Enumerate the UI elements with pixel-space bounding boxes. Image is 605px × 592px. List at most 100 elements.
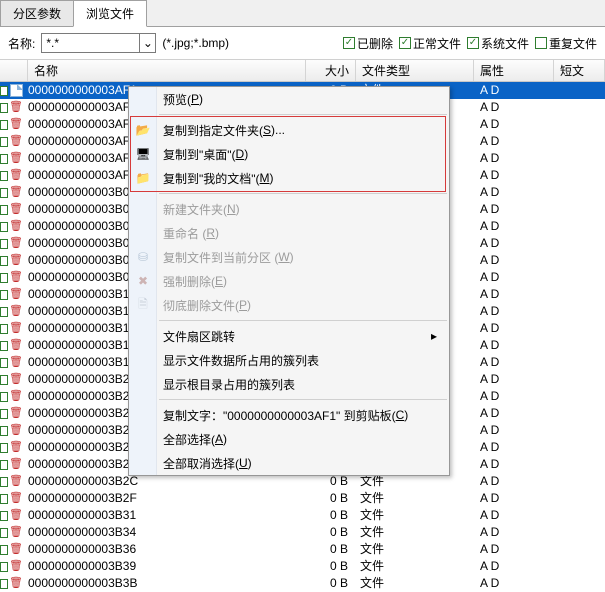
row-checkbox[interactable] bbox=[0, 205, 8, 215]
desktop-icon: 🖥 bbox=[135, 146, 151, 162]
trash-icon: 🗑 bbox=[9, 133, 23, 150]
row-checkbox[interactable] bbox=[0, 443, 8, 453]
row-checkbox[interactable] bbox=[0, 358, 8, 368]
menu-show-root-clusters[interactable]: 显示根目录占用的簇列表 bbox=[129, 372, 449, 396]
row-checkbox[interactable] bbox=[0, 511, 8, 521]
col-name[interactable]: 名称 bbox=[28, 60, 306, 81]
trash-icon: 🗑 bbox=[9, 218, 23, 235]
row-checkbox[interactable] bbox=[0, 171, 8, 181]
trash-icon: 🗑 bbox=[9, 320, 23, 337]
menu-preview[interactable]: 预览(P) bbox=[129, 87, 449, 111]
check-duplicate[interactable]: 重复文件 bbox=[535, 35, 597, 52]
trash-icon: 🗑 bbox=[9, 456, 23, 473]
menu-copy-to-documents[interactable]: 📁复制到"我的文档"(M) bbox=[129, 166, 449, 190]
pattern-combo[interactable]: ⌄ bbox=[41, 33, 156, 53]
row-checkbox[interactable] bbox=[0, 375, 8, 385]
row-checkbox[interactable] bbox=[0, 562, 8, 572]
file-attr: A D bbox=[474, 371, 554, 388]
chevron-down-icon[interactable]: ⌄ bbox=[139, 34, 155, 52]
menu-rename: 重命名 (R) bbox=[129, 221, 449, 245]
file-name: 0000000000003B36 bbox=[24, 541, 304, 558]
trash-icon: 🗑 bbox=[9, 252, 23, 269]
trash-icon: 🗑 bbox=[9, 388, 23, 405]
menu-show-data-clusters[interactable]: 显示文件数据所占用的簇列表 bbox=[129, 348, 449, 372]
file-attr: A D bbox=[474, 422, 554, 439]
row-checkbox[interactable] bbox=[0, 460, 8, 470]
row-checkbox[interactable] bbox=[0, 256, 8, 266]
row-checkbox[interactable] bbox=[0, 137, 8, 147]
row-checkbox[interactable] bbox=[0, 341, 8, 351]
trash-icon: 🗑 bbox=[9, 473, 23, 490]
row-checkbox[interactable] bbox=[0, 477, 8, 487]
row-checkbox[interactable] bbox=[0, 120, 8, 130]
table-row[interactable]: 🗑0000000000003B390 B文件A D bbox=[0, 558, 605, 575]
menu-sector-jump[interactable]: 文件扇区跳转▸ bbox=[129, 324, 449, 348]
file-attr: A D bbox=[474, 99, 554, 116]
pattern-input[interactable] bbox=[42, 36, 139, 50]
delete-icon: ✖ bbox=[135, 273, 151, 289]
file-attr: A D bbox=[474, 167, 554, 184]
table-row[interactable]: 🗑0000000000003B310 B文件A D bbox=[0, 507, 605, 524]
disk-icon: ⛁ bbox=[135, 249, 151, 265]
row-checkbox[interactable] bbox=[0, 290, 8, 300]
row-checkbox[interactable] bbox=[0, 528, 8, 538]
table-row[interactable]: 🗑0000000000003B2F0 B文件A D bbox=[0, 490, 605, 507]
row-checkbox[interactable] bbox=[0, 154, 8, 164]
menu-copy-to-current-partition: ⛁复制文件到当前分区 (W) bbox=[129, 245, 449, 269]
trash-icon: 🗑 bbox=[9, 541, 23, 558]
row-checkbox[interactable] bbox=[0, 239, 8, 249]
col-type[interactable]: 文件类型 bbox=[356, 60, 474, 81]
row-checkbox[interactable] bbox=[0, 307, 8, 317]
row-checkbox[interactable] bbox=[0, 392, 8, 402]
row-checkbox[interactable] bbox=[0, 324, 8, 334]
menu-force-delete: ✖强制删除(E) bbox=[129, 269, 449, 293]
file-attr: A D bbox=[474, 320, 554, 337]
file-attr: A D bbox=[474, 524, 554, 541]
trash-icon: 🗑 bbox=[9, 303, 23, 320]
row-checkbox[interactable] bbox=[0, 545, 8, 555]
tab-partition-params[interactable]: 分区参数 bbox=[0, 0, 74, 26]
col-attr[interactable]: 属性 bbox=[474, 60, 554, 81]
file-name: 0000000000003B39 bbox=[24, 558, 304, 575]
row-checkbox[interactable] bbox=[0, 103, 8, 113]
pattern-hint: (*.jpg;*.bmp) bbox=[162, 36, 229, 50]
row-checkbox[interactable] bbox=[0, 409, 8, 419]
file-type: 文件 bbox=[354, 490, 474, 507]
table-header: 名称 大小 文件类型 属性 短文 bbox=[0, 60, 605, 82]
table-row[interactable]: 🗑0000000000003B360 B文件A D bbox=[0, 541, 605, 558]
check-deleted[interactable]: ✓已删除 bbox=[343, 35, 393, 52]
file-attr: A D bbox=[474, 235, 554, 252]
trash-icon: 🗑 bbox=[9, 269, 23, 286]
row-checkbox[interactable] bbox=[0, 222, 8, 232]
check-normal[interactable]: ✓正常文件 bbox=[399, 35, 461, 52]
folder-icon: 📁 bbox=[135, 170, 151, 186]
col-size[interactable]: 大小 bbox=[306, 60, 356, 81]
col-short[interactable]: 短文 bbox=[554, 60, 605, 81]
trash-icon: 🗑 bbox=[9, 354, 23, 371]
tab-browse-files[interactable]: 浏览文件 bbox=[73, 0, 147, 27]
file-size: 0 B bbox=[304, 490, 354, 507]
menu-deselect-all[interactable]: 全部取消选择(U) bbox=[129, 451, 449, 475]
file-attr: A D bbox=[474, 354, 554, 371]
menu-select-all[interactable]: 全部选择(A) bbox=[129, 427, 449, 451]
file-attr: A D bbox=[474, 507, 554, 524]
menu-copy-text[interactable]: 复制文字："0000000000003AF1" 到剪贴板(C) bbox=[129, 403, 449, 427]
row-checkbox[interactable] bbox=[0, 273, 8, 283]
trash-icon: 🗑 bbox=[9, 558, 23, 575]
check-system-label: 系统文件 bbox=[481, 35, 529, 52]
menu-copy-to-desktop[interactable]: 🖥复制到"桌面"(D) bbox=[129, 142, 449, 166]
row-checkbox[interactable] bbox=[0, 426, 8, 436]
table-row[interactable]: 🗑0000000000003B340 B文件A D bbox=[0, 524, 605, 541]
context-menu: 预览(P) 📂复制到指定文件夹(S)... 🖥复制到"桌面"(D) 📁复制到"我… bbox=[128, 86, 450, 476]
file-size: 0 B bbox=[304, 541, 354, 558]
check-system[interactable]: ✓系统文件 bbox=[467, 35, 529, 52]
menu-copy-to-folder[interactable]: 📂复制到指定文件夹(S)... bbox=[129, 118, 449, 142]
row-checkbox[interactable] bbox=[0, 188, 8, 198]
file-name: 0000000000003B31 bbox=[24, 507, 304, 524]
file-attr: A D bbox=[474, 116, 554, 133]
row-checkbox[interactable] bbox=[0, 494, 8, 504]
row-checkbox[interactable] bbox=[0, 86, 8, 96]
trash-icon: 🗑 bbox=[9, 524, 23, 541]
file-attr: A D bbox=[474, 82, 554, 99]
file-attr: A D bbox=[474, 490, 554, 507]
